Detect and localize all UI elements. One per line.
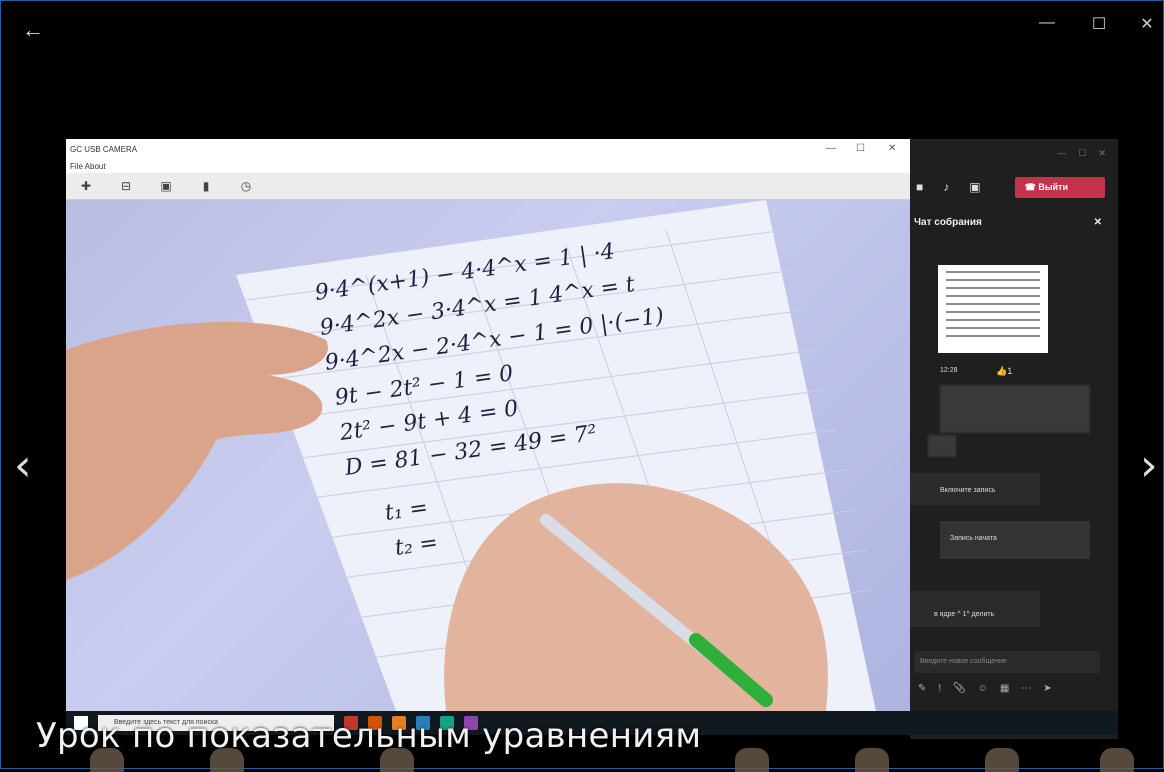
blurred-message (940, 385, 1090, 433)
camera-video-feed: 9·4^(x+1) − 4·4^x = 1 | ·4 9·4^2x − 3·4^… (66, 200, 910, 711)
camera-menubar[interactable]: File About (66, 159, 910, 173)
participant-avatar[interactable] (985, 748, 1019, 772)
camera-title: GC USB CAMERA (70, 144, 138, 154)
capture-icon[interactable]: ⊟ (114, 177, 138, 195)
arrow-left-icon: ← (22, 17, 44, 42)
participant-avatar[interactable] (1100, 748, 1134, 772)
phone-hangup-icon: ☎ (1024, 181, 1036, 192)
camera-toolbar: ✚ ⊟ ▣ ▮ ◷ (66, 173, 910, 200)
chat-title: Чат собрания (914, 217, 982, 228)
camera-maximize-button[interactable]: ☐ (856, 143, 865, 154)
send-icon[interactable]: ➤ (1043, 683, 1051, 694)
attach-icon[interactable]: 📎 (953, 683, 965, 694)
last-message-bubble: в ядре ^ 1^ делить (910, 591, 1040, 627)
microphone-icon[interactable]: ♪ (943, 180, 949, 194)
teams-window-controls: — ☐ ✕ (910, 139, 1118, 167)
emoji-icon[interactable]: ☺ (978, 683, 988, 694)
notebook-scene: 9·4^(x+1) − 4·4^x = 1 | ·4 9·4^2x − 3·4^… (66, 200, 876, 711)
recording-notice-bubble: Включите запись (910, 473, 1040, 505)
teams-maximize-button[interactable]: ☐ (1078, 148, 1086, 159)
teams-panel: — ☐ ✕ ■ ♪ ▣ ☎ Выйти Чат собрания ✕ 12:28… (910, 139, 1118, 739)
chevron-right-icon[interactable]: › (1140, 440, 1158, 491)
teams-close-button[interactable]: ✕ (1098, 148, 1106, 159)
compose-toolbar: ✎ ! 📎 ☺ ▦ ⋯ ➤ (918, 683, 1052, 694)
format-icon[interactable]: ✎ (918, 683, 926, 694)
participant-avatar[interactable] (855, 748, 889, 772)
timer-icon[interactable]: ◷ (234, 177, 258, 195)
camera-icon[interactable]: ■ (916, 180, 923, 194)
camera-window: GC USB CAMERA — ☐ ✕ File About ✚ ⊟ ▣ ▮ ◷ (66, 139, 910, 711)
chat-header: Чат собрания ✕ (910, 207, 1118, 228)
participant-avatar[interactable] (735, 748, 769, 772)
chat-image-attachment[interactable] (938, 265, 1048, 353)
back-button[interactable]: ← (22, 16, 50, 44)
close-button[interactable]: ✕ (1132, 14, 1162, 34)
leave-button[interactable]: ☎ Выйти (1014, 176, 1105, 198)
teams-minimize-button[interactable]: — (1057, 148, 1066, 158)
leave-label: Выйти (1038, 181, 1068, 192)
recording-notice: Включите запись (940, 487, 996, 494)
settings-icon[interactable]: ✚ (74, 177, 98, 195)
last-message: в ядре ^ 1^ делить (934, 611, 995, 618)
recording-reply: Запись начата (950, 535, 997, 542)
call-controls: ■ ♪ ▣ ☎ Выйти (910, 167, 1118, 207)
camera-close-button[interactable]: ✕ (888, 143, 896, 154)
folder-icon[interactable]: ▮ (194, 177, 218, 195)
maximize-button[interactable]: ☐ (1084, 14, 1114, 34)
chat-close-button[interactable]: ✕ (1094, 217, 1102, 228)
minimize-button[interactable]: — (1032, 14, 1062, 32)
camera-minimize-button[interactable]: — (826, 143, 836, 154)
left-hand (66, 321, 328, 580)
chevron-left-icon[interactable]: ‹ (14, 440, 32, 491)
message-time: 12:28 (940, 367, 958, 374)
video-caption: Урок по показательным уравнениям (36, 716, 702, 756)
gif-icon[interactable]: ▦ (1000, 683, 1009, 694)
camera-titlebar: GC USB CAMERA — ☐ ✕ (66, 139, 910, 159)
record-icon[interactable]: ▣ (154, 177, 178, 195)
reaction-badge[interactable]: 👍1 (996, 366, 1012, 377)
share-screen-icon[interactable]: ▣ (969, 180, 980, 194)
important-icon[interactable]: ! (938, 683, 941, 694)
more-icon[interactable]: ⋯ (1021, 683, 1031, 694)
compose-input[interactable]: Введите новое сообщение (914, 651, 1100, 673)
recording-reply-bubble: Запись начата (940, 521, 1090, 559)
blurred-avatar (928, 435, 956, 457)
